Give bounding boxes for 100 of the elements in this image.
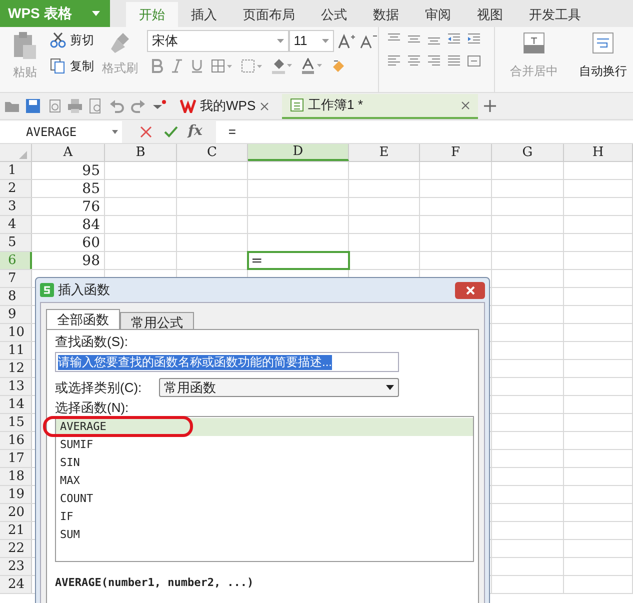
italic-icon[interactable] — [171, 59, 184, 73]
formula-field[interactable]: = — [216, 120, 633, 142]
borders-icon[interactable] — [211, 59, 234, 73]
function-signature: AVERAGE(number1, number2, ...) — [55, 576, 255, 589]
cancel-icon[interactable] — [140, 126, 152, 138]
function-list-item[interactable]: MAX — [56, 472, 473, 490]
insert-function-button[interactable]: fx — [188, 121, 202, 142]
justify-icon[interactable] — [447, 55, 462, 67]
dropdown-caret-icon[interactable] — [92, 11, 100, 16]
scissors-icon[interactable] — [50, 32, 66, 48]
indent-decrease-icon[interactable] — [447, 33, 462, 45]
function-list[interactable]: AVERAGE SUMIF SIN MAX COUNT IF SUM — [55, 416, 474, 562]
underline-icon[interactable] — [191, 59, 204, 73]
function-list-item[interactable]: SIN — [56, 454, 473, 472]
document-tab[interactable]: 工作簿1 * — [282, 94, 478, 118]
row-header[interactable]: 19 — [0, 486, 32, 503]
ribbon-tab[interactable]: 开发工具 — [516, 2, 594, 27]
close-icon[interactable] — [260, 102, 269, 110]
row-header[interactable]: 16 — [0, 432, 32, 449]
category-dropdown[interactable]: 常用函数 — [159, 378, 399, 397]
ribbon-tab[interactable]: 页面布局 — [230, 2, 308, 27]
row-header[interactable]: 17 — [0, 450, 32, 467]
plus-icon[interactable] — [483, 99, 497, 113]
ribbon-tab[interactable]: 插入 — [178, 2, 230, 27]
ribbon-tab[interactable]: 数据 — [360, 2, 412, 27]
font-name-field[interactable]: 宋体 — [147, 30, 289, 52]
ribbon-tab[interactable]: 审阅 — [412, 2, 464, 27]
copy-icon[interactable] — [50, 58, 66, 74]
row-header[interactable]: 15 — [0, 414, 32, 431]
caret-down-icon[interactable] — [386, 385, 394, 390]
column-header[interactable]: F — [420, 144, 492, 161]
align-middle-icon[interactable] — [407, 33, 422, 45]
tab-label: 工作簿1 * — [308, 96, 363, 114]
column-header[interactable]: E — [349, 144, 420, 161]
align-right-icon[interactable] — [427, 55, 442, 67]
fill-color-icon[interactable] — [271, 58, 294, 74]
function-list-item[interactable]: SUMIF — [56, 436, 473, 454]
align-left-icon[interactable] — [387, 55, 402, 67]
confirm-icon[interactable] — [164, 126, 178, 138]
row-header[interactable]: 9 — [0, 306, 32, 323]
close-icon[interactable] — [461, 100, 470, 110]
w-logo-icon[interactable] — [180, 99, 196, 113]
document-tab[interactable]: 我的WPS — [172, 94, 277, 118]
row-header[interactable]: 1 — [0, 162, 32, 179]
row-header[interactable]: 8 — [0, 288, 32, 305]
ribbon-tab[interactable]: 开始 — [126, 2, 178, 27]
function-list-item[interactable]: IF — [56, 508, 473, 526]
brush-icon[interactable] — [109, 31, 131, 55]
clipboard-icon[interactable] — [12, 31, 38, 61]
app-logo-icon[interactable] — [40, 283, 54, 297]
ribbon-tab[interactable]: 公式 — [308, 2, 360, 27]
print-icon[interactable] — [67, 98, 83, 114]
row-header[interactable]: 5 — [0, 234, 32, 251]
wrap-text-icon[interactable] — [592, 32, 614, 54]
ribbon-tab[interactable]: 视图 — [464, 2, 516, 27]
font-color-icon[interactable] — [301, 58, 324, 74]
grow-font-icon[interactable] — [338, 33, 356, 49]
align-center-icon[interactable] — [407, 55, 422, 67]
row-header[interactable]: 18 — [0, 468, 32, 485]
copy-button[interactable]: 复制 — [70, 57, 94, 75]
row-header[interactable]: 21 — [0, 522, 32, 539]
font-size-field[interactable]: 11 — [288, 30, 334, 52]
row-header[interactable]: 22 — [0, 540, 32, 557]
column-header[interactable]: G — [492, 144, 564, 161]
select-all-icon[interactable] — [19, 151, 27, 159]
search-field[interactable]: 请输入您要查找的函数名称或函数功能的简要描述... — [55, 352, 399, 372]
row-header[interactable]: 2 — [0, 180, 32, 197]
column-header[interactable]: H — [564, 144, 633, 161]
merge-cells-icon[interactable] — [523, 32, 545, 54]
close-button[interactable] — [455, 282, 485, 298]
dialog-tab[interactable]: 常用公式 — [120, 312, 194, 329]
function-list-item[interactable]: COUNT — [56, 490, 473, 508]
row-header[interactable]: 3 — [0, 198, 32, 215]
dialog-tab[interactable]: 全部函数 — [46, 309, 120, 329]
cut-button[interactable]: 剪切 — [70, 31, 94, 49]
row-header[interactable]: 20 — [0, 504, 32, 521]
bold-icon[interactable] — [151, 59, 164, 73]
row-header[interactable]: 11 — [0, 342, 32, 359]
row-header[interactable]: 23 — [0, 558, 32, 575]
indent-increase-icon[interactable] — [467, 33, 482, 45]
function-list-item[interactable]: SUM — [56, 526, 473, 544]
row-header[interactable]: 4 — [0, 216, 32, 233]
row-header[interactable]: 12 — [0, 360, 32, 377]
redo-icon[interactable] — [130, 98, 146, 114]
row-header[interactable]: 10 — [0, 324, 32, 341]
undo-icon[interactable] — [109, 98, 125, 114]
row-header[interactable]: 14 — [0, 396, 32, 413]
wrap-text-button[interactable]: 自动换行 — [579, 62, 627, 80]
save-icon[interactable] — [25, 98, 41, 114]
spreadsheet-icon[interactable] — [290, 98, 304, 112]
row-header[interactable]: 7 — [0, 270, 32, 287]
column-header[interactable]: A — [32, 144, 105, 161]
function-list-item[interactable]: AVERAGE — [56, 418, 473, 436]
row-header[interactable]: 24 — [0, 576, 32, 593]
cell-style-icon[interactable] — [241, 59, 264, 73]
column-header[interactable]: D — [248, 144, 349, 161]
column-header[interactable]: B — [105, 144, 177, 161]
shrink-font-icon[interactable] — [360, 33, 378, 49]
row-header[interactable]: 13 — [0, 378, 32, 395]
name-box[interactable]: AVERAGE — [0, 120, 122, 142]
